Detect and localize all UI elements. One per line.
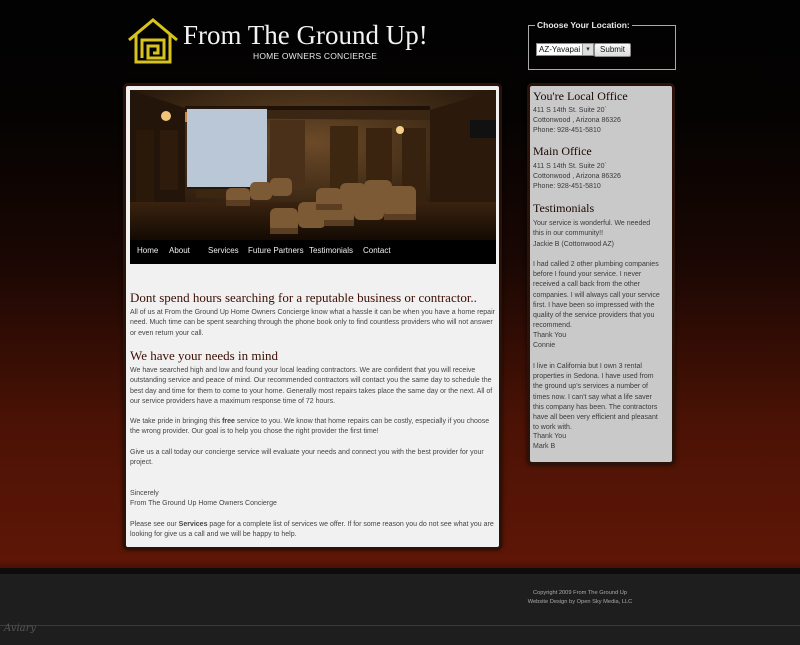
signoff-sincerely: Sincerely: [130, 490, 159, 497]
paragraph-free-service: We take pride in bringing this free serv…: [130, 417, 498, 438]
house-maze-logo-icon: [128, 18, 178, 64]
paragraph-intro: All of us at From the Ground Up Home Own…: [130, 309, 495, 337]
free-bold: free: [222, 418, 235, 425]
footer-divider: [0, 625, 800, 626]
local-office-address-2: Cottonwood , Arizona 86326: [533, 117, 621, 124]
signoff-company: From The Ground Up Home Owners Concierge: [130, 500, 277, 507]
nav-home[interactable]: Home: [137, 246, 158, 255]
nav-testimonials[interactable]: Testimonials: [309, 246, 353, 255]
local-office-heading: You're Local Office: [533, 89, 628, 103]
location-select-value: AZ-Yavapai: [539, 45, 581, 54]
services-text-start: Please see our: [130, 521, 179, 528]
testimonial-2-thanks: Thank You: [533, 332, 567, 339]
nav-future-partners[interactable]: Future Partners: [248, 246, 304, 255]
free-service-text-start: We take pride in bringing this: [130, 418, 223, 425]
footer-credits: Copyright 2009 From The Ground Up Websit…: [520, 589, 640, 607]
location-select[interactable]: AZ-Yavapai ▾: [536, 43, 594, 56]
location-chooser: Choose Your Location: AZ-Yavapai ▾ Submi…: [528, 20, 678, 70]
testimonials-heading: Testimonials: [533, 201, 595, 215]
sidebar-panel: You're Local Office 411 S 14th St. Suite…: [527, 83, 675, 465]
site-logo[interactable]: From The Ground Up! HOME OWNERS CONCIERG…: [127, 18, 467, 64]
site-footer: Copyright 2009 From The Ground Up Websit…: [0, 568, 800, 645]
testimonial-1: Your service is wonderful. We needed thi…: [533, 220, 651, 238]
main-content-panel: Home About Services Future Partners Test…: [123, 83, 502, 550]
testimonial-3-thanks: Thank You: [533, 433, 567, 440]
aviary-watermark: Aviary: [4, 623, 37, 634]
main-nav: Home About Services Future Partners Test…: [130, 240, 496, 264]
copyright-text: Copyright 2009 From The Ground Up: [532, 590, 628, 596]
nav-contact[interactable]: Contact: [363, 246, 391, 255]
services-link[interactable]: Services: [179, 521, 208, 528]
paragraph-call-today: Give us a call today our concierge servi…: [130, 449, 484, 467]
main-office-address-2: Cottonwood , Arizona 86326: [533, 173, 621, 180]
testimonial-2-author: Connie: [533, 342, 556, 349]
nav-services[interactable]: Services: [208, 246, 239, 255]
main-office-address-1: 411 S 14th St. Suite 20`: [533, 163, 607, 170]
paragraph-contractors: We have searched high and low and found …: [130, 367, 493, 406]
local-office-phone: Phone: 928-451-5810: [533, 127, 601, 134]
main-office-heading: Main Office: [533, 144, 592, 158]
home-theater-illustration: [130, 90, 496, 240]
paragraph-services-link: Please see our Services page for a compl…: [130, 520, 498, 541]
site-subtitle: HOME OWNERS CONCIERGE: [253, 51, 378, 61]
chevron-down-icon[interactable]: ▾: [582, 44, 593, 55]
design-credit-link[interactable]: Website Design by Open Sky Media, LLC: [520, 598, 640, 607]
testimonial-3: I live in California but I own 3 rental …: [533, 363, 658, 432]
heading-search: Dont spend hours searching for a reputab…: [130, 290, 477, 305]
main-office-phone: Phone: 928-451-5810: [533, 183, 601, 190]
nav-about[interactable]: About: [169, 246, 190, 255]
submit-button[interactable]: Submit: [594, 43, 631, 57]
local-office-address-1: 411 S 14th St. Suite 20`: [533, 107, 607, 114]
home-theater-photo: [130, 90, 496, 240]
testimonial-2: I had called 2 other plumbing companies …: [533, 261, 660, 330]
testimonial-1-author: Jackie B (Cottonwood AZ): [533, 241, 614, 248]
site-title: From The Ground Up!: [183, 20, 428, 50]
location-legend: Choose Your Location:: [537, 20, 630, 30]
footer-top-border: [0, 568, 800, 574]
heading-needs: We have your needs in mind: [130, 348, 279, 363]
testimonial-3-author: Mark B: [533, 443, 556, 450]
